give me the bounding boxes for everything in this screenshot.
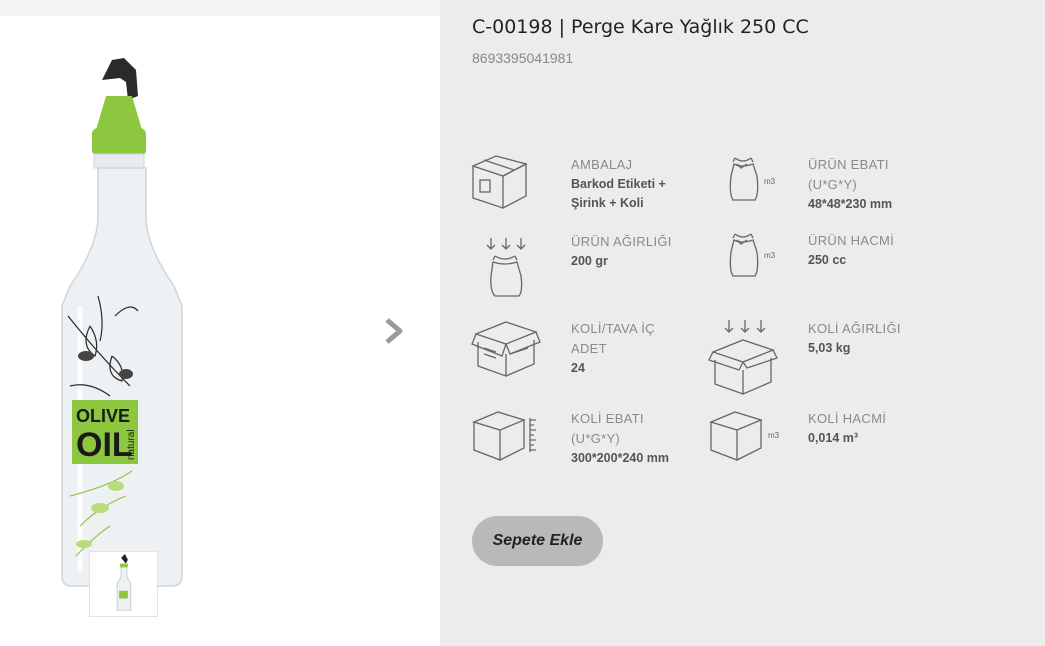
spec-label: KOLİ/TAVA İÇ ADET bbox=[571, 321, 655, 356]
spec-value: Şirink + Koli bbox=[571, 196, 644, 210]
spec-label: KOLİ AĞIRLIĞI bbox=[808, 321, 901, 336]
spec-value: 300*200*240 mm bbox=[571, 451, 669, 465]
box-weight-icon bbox=[708, 320, 778, 395]
product-title: C-00198 | Perge Kare Yağlık 250 CC bbox=[472, 16, 809, 38]
spec-label: KOLİ HACMİ bbox=[808, 411, 887, 426]
product-barcode: 8693395041981 bbox=[472, 50, 574, 66]
bag-volume-icon: m3 bbox=[729, 233, 776, 277]
spec-value: 200 gr bbox=[571, 254, 608, 268]
spec-label: KOLİ EBATI (U*G*Y) bbox=[571, 411, 644, 446]
add-to-cart-button[interactable]: Sepete Ekle bbox=[472, 516, 603, 566]
product-thumbnail[interactable] bbox=[89, 551, 158, 617]
bottle-print-line2: OIL bbox=[76, 426, 133, 464]
weight-bag-icon bbox=[486, 238, 526, 297]
spec-value: 48*48*230 mm bbox=[808, 197, 893, 211]
spec-value: 5,03 kg bbox=[808, 341, 851, 355]
box-volume-icon: m3 bbox=[709, 411, 780, 461]
package-box-icon bbox=[471, 155, 528, 209]
spec-value: Barkod Etiketi + bbox=[571, 177, 666, 191]
bag-volume-icon: m3 bbox=[729, 157, 776, 201]
thumbnail-bottle-icon bbox=[116, 553, 132, 611]
spec-value: 0,014 m³ bbox=[808, 431, 859, 445]
spec-label: ÜRÜN HACMİ bbox=[808, 233, 895, 248]
bottle-print-line1: OLIVE bbox=[76, 406, 130, 426]
m3-text: m3 bbox=[764, 251, 776, 260]
next-image-arrow-icon[interactable] bbox=[382, 316, 408, 346]
bottle-print-side: natural bbox=[126, 429, 137, 460]
open-box-icon bbox=[471, 321, 541, 377]
spec-value: 24 bbox=[571, 361, 585, 375]
m3-text: m3 bbox=[764, 177, 776, 186]
spec-label: ÜRÜN AĞIRLIĞI bbox=[571, 234, 672, 249]
spec-value: 250 cc bbox=[808, 253, 847, 267]
box-ruler-icon bbox=[472, 411, 536, 461]
spec-label: ÜRÜN EBATI (U*G*Y) bbox=[808, 157, 889, 192]
m3-text: m3 bbox=[768, 431, 780, 440]
spec-label: AMBALAJ bbox=[571, 157, 633, 172]
product-image[interactable]: OLIVE OIL natural bbox=[40, 56, 210, 616]
